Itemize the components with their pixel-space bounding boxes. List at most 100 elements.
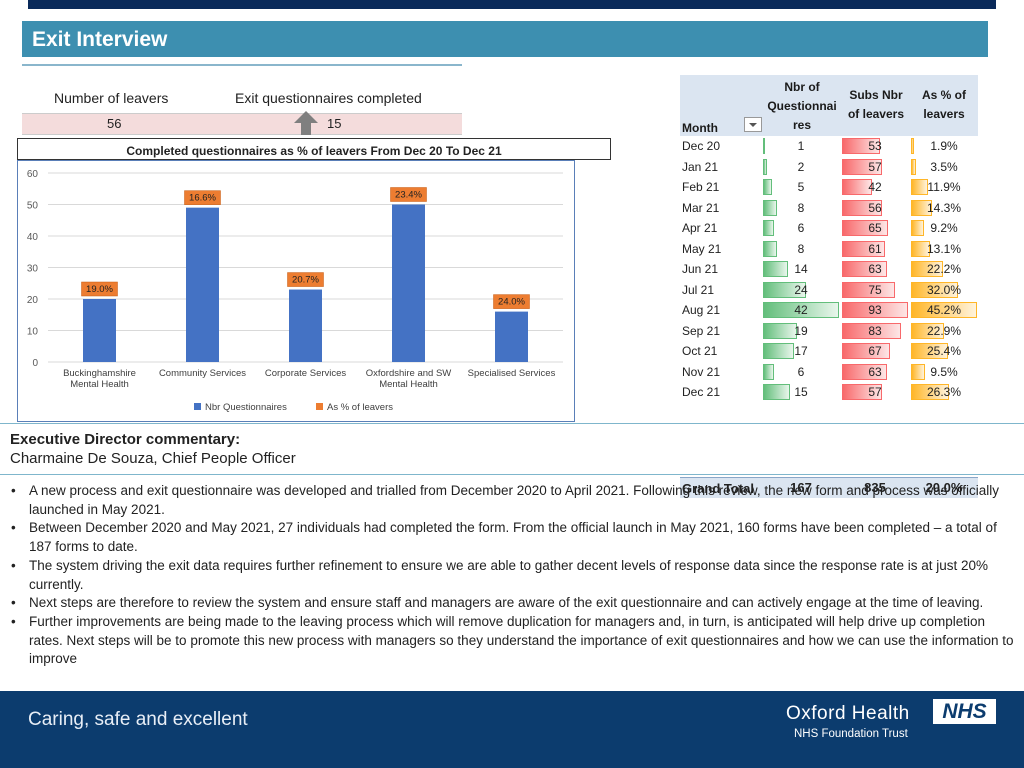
y-tick-label: 0	[32, 358, 38, 369]
bar	[83, 299, 116, 362]
row-leavers: 75	[868, 282, 882, 297]
table-row: Aug 21 42 93 45.2%	[680, 300, 978, 321]
row-pct: 1.9%	[930, 139, 958, 153]
row-pct: 14.3%	[926, 200, 962, 215]
row-pct: 25.4%	[926, 344, 962, 358]
table-row: Dec 21 15 57 26.3%	[680, 382, 978, 403]
row-leavers: 67	[868, 344, 882, 358]
row-leavers: 83	[868, 323, 882, 338]
header-line: res	[792, 118, 812, 132]
bullet-item: The system driving the exit data require…	[8, 557, 1016, 594]
row-month: Dec 20	[682, 139, 721, 153]
row-pct: 11.9%	[927, 180, 961, 194]
y-tick-label: 60	[27, 169, 39, 180]
table-row: Feb 21 5 42 11.9%	[680, 177, 978, 198]
header-line: leavers	[923, 107, 965, 121]
y-tick-label: 50	[27, 201, 39, 212]
table-row: Nov 21 6 63 9.5%	[680, 362, 978, 383]
row-questionnaires: 42	[794, 303, 808, 317]
table-row: Apr 21 6 65 9.2%	[680, 218, 978, 239]
x-tick-label: Mental Health	[379, 379, 438, 390]
x-tick-label: Mental Health	[70, 379, 129, 390]
row-month: Feb 21	[682, 180, 720, 194]
row-questionnaires: 14	[794, 262, 808, 276]
table-row: Jan 21 2 57 3.5%	[680, 157, 978, 178]
x-tick-label: Oxfordshire and SW	[366, 368, 452, 379]
bar	[392, 204, 425, 362]
nhs-logo: NHS	[933, 699, 996, 724]
x-tick-label: Buckinghamshire	[63, 368, 136, 379]
data-label: 16.6%	[189, 193, 216, 204]
x-tick-label: Corporate Services	[265, 368, 347, 379]
row-questionnaires: 5	[797, 180, 805, 194]
commentary-title: Executive Director commentary:	[10, 431, 241, 448]
data-label: 20.7%	[292, 275, 319, 286]
header-line: Nbr of	[784, 80, 820, 94]
questionnaires-value: 15	[327, 116, 342, 131]
row-leavers: 42	[868, 180, 882, 194]
data-label: 23.4%	[395, 190, 422, 201]
bar	[186, 207, 219, 362]
bullet-item: Further improvements are being made to t…	[8, 613, 1016, 669]
header-line: Subs Nbr	[849, 88, 903, 102]
header-nbr-questionnaires: Nbr of Questionnai res	[764, 78, 840, 135]
chart-container: 0 10 20 30 40 50 60 19.0% Buckinghamshire Mental …	[17, 160, 575, 422]
header-pct-leavers: As % of leavers	[914, 86, 974, 124]
row-month: Apr 21	[682, 221, 718, 235]
row-leavers: 65	[868, 221, 882, 235]
row-pct: 9.5%	[930, 364, 958, 379]
row-month: May 21	[682, 241, 722, 256]
leavers-label: Number of leavers	[54, 90, 169, 106]
kpi-divider	[22, 64, 462, 66]
row-month: Sep 21	[682, 323, 721, 338]
footer-trust-name: NHS Foundation Trust	[794, 728, 908, 740]
table-row: Jun 21 14 63 22.2%	[680, 259, 978, 280]
row-pct: 22.2%	[926, 262, 962, 276]
leavers-value: 56	[107, 116, 122, 131]
x-tick-label: Specialised Services	[468, 368, 556, 379]
y-tick-label: 30	[27, 264, 39, 275]
row-pct: 32.0%	[926, 282, 962, 297]
legend-swatch	[316, 403, 323, 410]
row-questionnaires: 15	[794, 385, 808, 399]
footer-org-name: Oxford Health	[786, 703, 910, 724]
x-tick-label: Community Services	[159, 368, 246, 379]
legend-entry: Nbr Questionnaires	[205, 402, 287, 413]
row-leavers: 61	[868, 241, 882, 256]
bar	[495, 311, 528, 362]
row-leavers: 56	[868, 200, 882, 215]
bullet-item: Next steps are therefore to review the s…	[8, 594, 1016, 613]
table-row: Sep 21 19 83 22.9%	[680, 321, 978, 342]
table-row: Jul 21 24 75 32.0%	[680, 280, 978, 301]
page: Exit Interview Number of leavers Exit qu…	[0, 0, 1024, 768]
header-line: Questionnai	[767, 99, 837, 113]
row-pct: 22.9%	[926, 323, 962, 338]
footer-tagline: Caring, safe and excellent	[28, 709, 248, 730]
row-month: Dec 21	[682, 385, 721, 399]
row-pct: 26.3%	[926, 385, 962, 399]
table-row: May 21 8 61 13.1%	[680, 239, 978, 260]
row-leavers: 63	[868, 364, 882, 379]
y-tick-label: 10	[27, 327, 39, 338]
chart-caption: Completed questionnaires as % of leavers…	[17, 138, 611, 160]
table-row: Oct 21 17 67 25.4%	[680, 341, 978, 362]
bullet-item: Between December 2020 and May 2021, 27 i…	[8, 519, 1016, 556]
row-questionnaires: 8	[797, 241, 805, 256]
y-tick-label: 20	[27, 295, 39, 306]
table-header: Month Nbr of Questionnai res Subs Nbr of…	[680, 75, 978, 136]
header-subs-leavers: Subs Nbr of leavers	[843, 86, 909, 124]
row-month: Aug 21	[682, 303, 721, 317]
table-row: Dec 20 1 53 1.9%	[680, 136, 978, 157]
row-pct: 13.1%	[926, 241, 962, 256]
table-row: Mar 21 8 56 14.3%	[680, 198, 978, 219]
header-line: of leavers	[847, 107, 905, 121]
row-month: Mar 21	[682, 200, 720, 215]
month-filter-dropdown[interactable]	[744, 117, 762, 132]
page-title: Exit Interview	[22, 21, 988, 57]
row-questionnaires: 6	[797, 364, 805, 379]
data-label: 19.0%	[86, 284, 113, 295]
monthly-table: Month Nbr of Questionnai res Subs Nbr of…	[680, 75, 978, 498]
top-bar	[28, 0, 996, 9]
questionnaires-label: Exit questionnaires completed	[235, 90, 422, 106]
row-questionnaires: 17	[794, 344, 808, 358]
